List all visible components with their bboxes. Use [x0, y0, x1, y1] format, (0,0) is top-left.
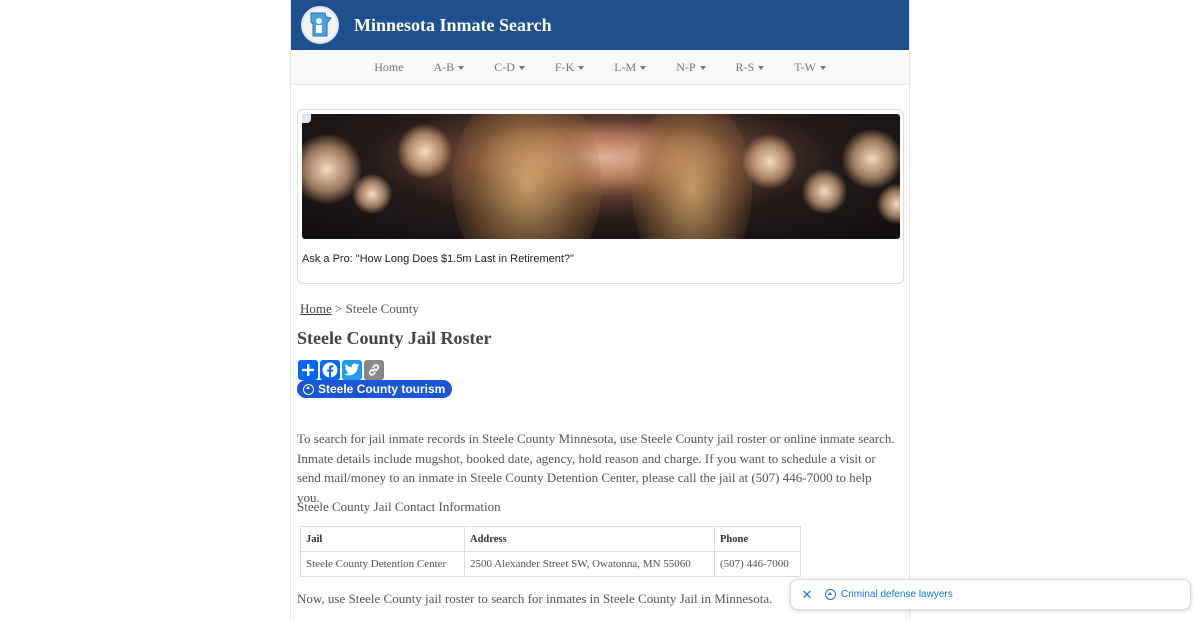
close-icon[interactable]: ✕	[793, 587, 821, 603]
breadcrumb-home-link[interactable]: Home	[300, 301, 332, 316]
page-title: Steele County Jail Roster	[297, 328, 492, 348]
minnesota-map-icon	[310, 12, 332, 37]
nav-menu-label: C-D	[494, 59, 515, 74]
tourism-pill-label: Steele County tourism	[318, 382, 446, 396]
page-container: Minnesota Inmate Search Home A-B C-D F-K…	[290, 0, 910, 620]
breadcrumb-separator: >	[335, 301, 343, 316]
nav-menu-t-w[interactable]: T-W	[779, 60, 841, 75]
nav-menu-label: F-K	[554, 59, 575, 74]
add-icon[interactable]	[298, 360, 318, 380]
bottom-anchor-ad: ✕ Criminal defense lawyers	[790, 579, 1191, 610]
breadcrumb: Home > Steele County	[300, 301, 419, 317]
nav-menu-r-s[interactable]: R-S	[721, 60, 780, 75]
main-nav: Home A-B C-D F-K L-M N-P R-S T-W	[291, 50, 909, 85]
caret-down-icon	[819, 65, 826, 70]
caret-down-icon	[699, 65, 706, 70]
contact-table: Jail Address Phone Steele County Detenti…	[300, 526, 801, 577]
caret-down-icon	[640, 65, 647, 70]
table-cell-phone: (507) 446-7000	[714, 551, 801, 577]
caret-down-icon	[758, 65, 765, 70]
table-header-jail: Jail	[300, 526, 465, 552]
caret-down-icon	[578, 65, 585, 70]
ad-caption[interactable]: Ask a Pro: "How Long Does $1.5m Last in …	[302, 253, 574, 265]
site-logo[interactable]	[301, 6, 339, 44]
nav-menu-label: L-M	[614, 59, 637, 74]
facebook-icon[interactable]	[320, 360, 340, 380]
criminal-defense-link-label: Criminal defense lawyers	[841, 589, 953, 600]
table-header-address: Address	[464, 526, 715, 552]
breadcrumb-current: Steele County	[345, 301, 419, 316]
arrow-up-circle-icon	[825, 589, 836, 600]
caret-down-icon	[458, 65, 465, 70]
nav-menu-label: N-P	[676, 59, 696, 74]
nav-menu-label: T-W	[794, 59, 816, 74]
nav-menu-l-m[interactable]: L-M	[599, 60, 661, 75]
intro-paragraph: To search for jail inmate records in Ste…	[297, 431, 895, 505]
contact-heading: Steele County Jail Contact Information	[297, 499, 501, 514]
criminal-defense-link[interactable]: Criminal defense lawyers	[825, 589, 953, 600]
twitter-icon[interactable]	[342, 360, 362, 380]
outro-paragraph: Now, use Steele County jail roster to se…	[297, 591, 773, 606]
nav-menu-f-k[interactable]: F-K	[540, 60, 599, 75]
caret-down-icon	[518, 65, 525, 70]
nav-menu-label: A-B	[433, 59, 455, 74]
ad-image[interactable]	[302, 114, 900, 239]
site-header: Minnesota Inmate Search	[291, 0, 909, 50]
nav-home[interactable]: Home	[359, 60, 418, 75]
table-header-phone: Phone	[714, 526, 801, 552]
site-title[interactable]: Minnesota Inmate Search	[354, 15, 552, 36]
sponsored-ad[interactable]: Ask a Pro: "How Long Does $1.5m Last in …	[297, 109, 904, 284]
nav-menu-a-b[interactable]: A-B	[419, 60, 480, 75]
copy-link-icon[interactable]	[364, 360, 384, 380]
arrow-up-circle-icon	[303, 383, 314, 395]
tourism-link-pill[interactable]: Steele County tourism	[297, 380, 453, 398]
table-cell-jail: Steele County Detention Center	[300, 551, 465, 577]
ad-choices-icon[interactable]	[302, 114, 311, 123]
nav-menu-c-d[interactable]: C-D	[479, 60, 540, 75]
nav-menu-n-p[interactable]: N-P	[661, 60, 720, 75]
share-buttons	[298, 360, 384, 380]
table-header-row: Jail Address Phone	[300, 526, 801, 552]
nav-menu-label: R-S	[735, 59, 755, 74]
table-cell-address: 2500 Alexander Street SW, Owatonna, MN 5…	[464, 551, 715, 577]
table-row: Steele County Detention Center 2500 Alex…	[300, 551, 801, 577]
